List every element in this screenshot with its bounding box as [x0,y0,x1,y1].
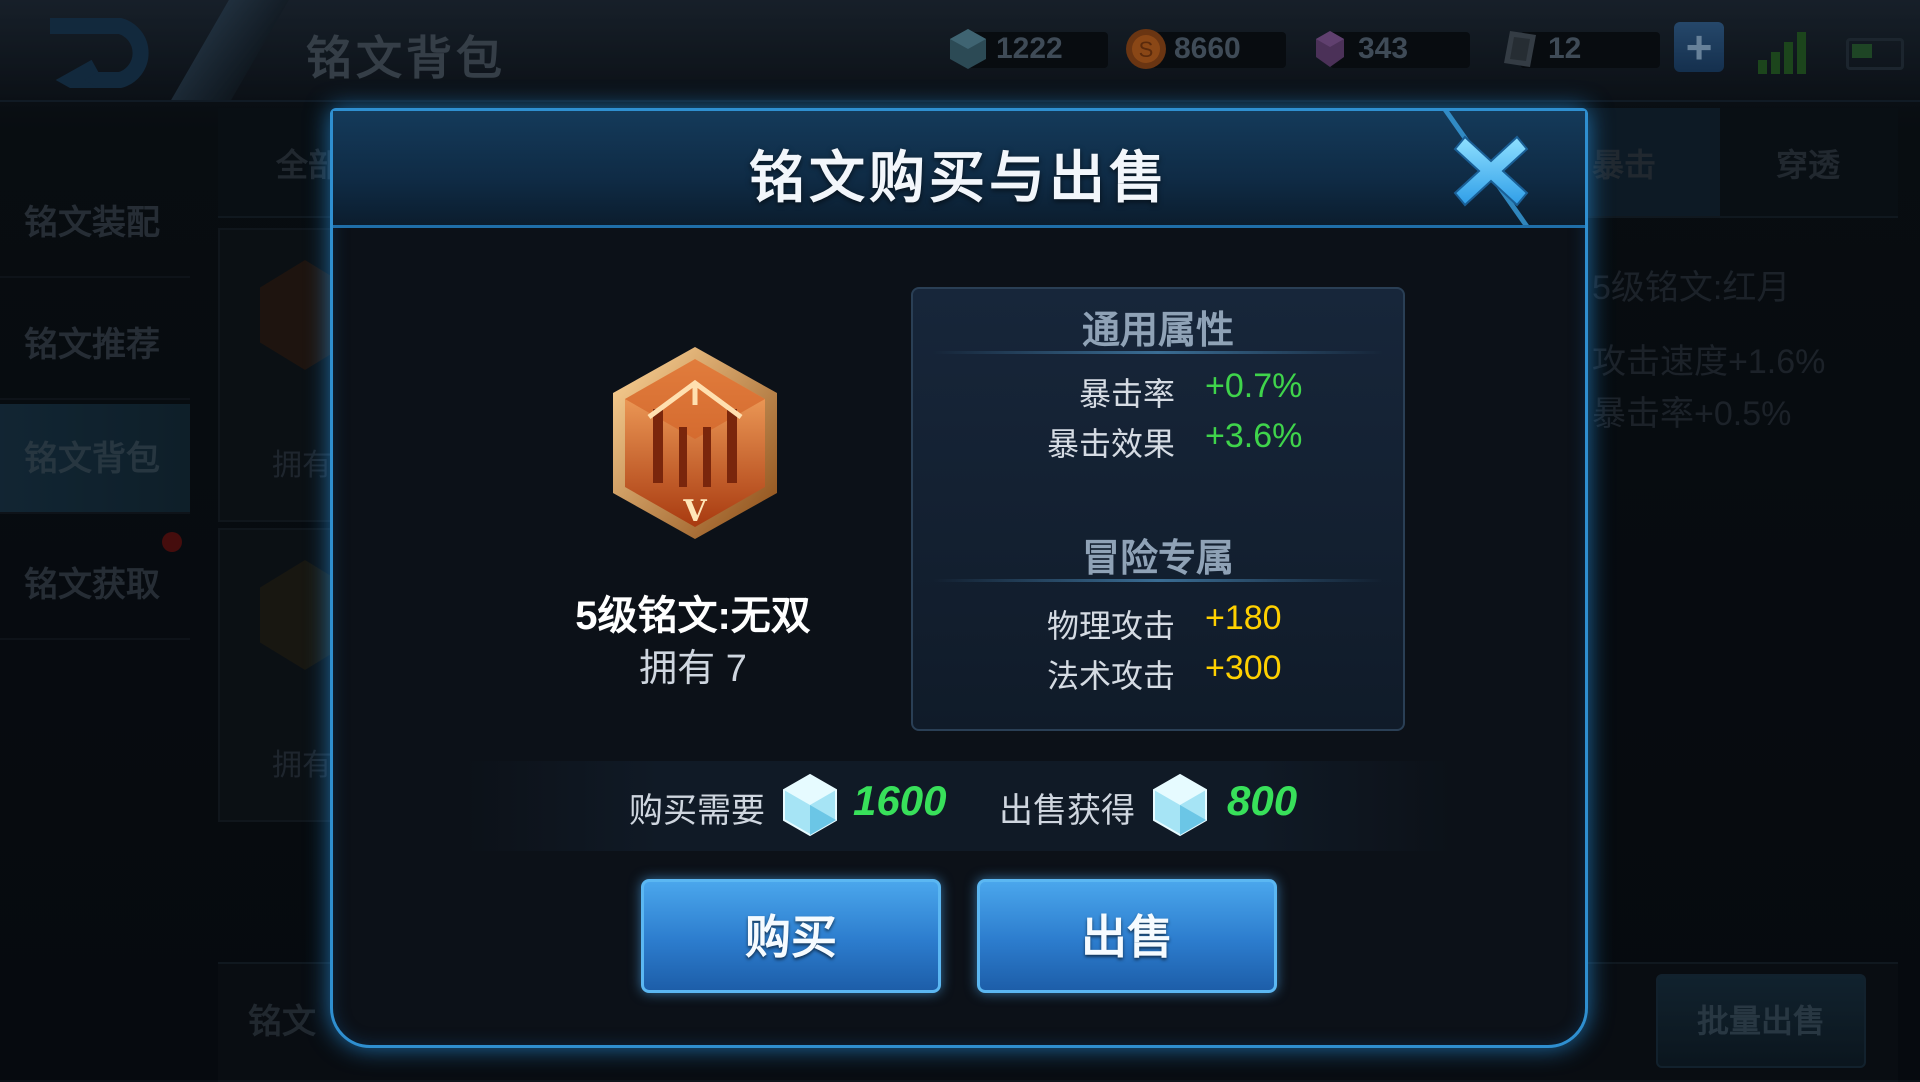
close-icon[interactable] [1451,131,1531,211]
dialog-title: 铭文购买与出售 [749,146,1169,209]
crystal-count: 1222 [996,32,1063,65]
general-attributes-title: 通用属性 [1081,310,1234,352]
buy-button-label: 购买 [745,911,837,963]
stat-value: +3.6% [1205,417,1303,455]
emblem-level: V [682,494,707,529]
item-own-count: 拥有 7 [639,648,747,690]
rune-emblem-icon: V [613,347,777,539]
diamond-count: 343 [1358,32,1409,65]
ticket-icon [1504,31,1536,67]
resource-gold: S 8660 [1124,26,1286,72]
sell-button-label: 出售 [1081,911,1173,963]
buy-price-label: 购买需要 [629,792,765,830]
buy-price: 1600 [853,777,947,824]
stat-name: 物理攻击 [1046,608,1175,644]
crystal-icon [950,29,986,69]
stat-name: 法术攻击 [1046,658,1175,694]
buy-button[interactable]: 购买 [641,879,941,993]
diamond-icon [1316,31,1344,67]
buy-sell-dialog: 铭文购买与出售 V 5级铭文:无双 拥有 7 通用属性 暴击率 +0.7% 暴击… [330,108,1588,1048]
stat-name: 暴击效果 [1046,426,1175,462]
stat-name: 暴击率 [1078,376,1175,412]
sell-price: 800 [1227,777,1298,824]
sell-price-label: 出售获得 [999,792,1135,830]
ticket-count: 12 [1548,32,1582,65]
resource-crystal: 1222 [946,26,1108,72]
item-name: 5级铭文:无双 [575,594,811,638]
section-divider [933,351,1383,354]
crystal-icon [783,773,837,837]
stat-value: +0.7% [1205,367,1303,405]
dialog-header: 铭文购买与出售 [333,111,1585,228]
stat-value: +300 [1205,649,1282,687]
svg-text:S: S [1139,37,1154,62]
gold-count: 8660 [1174,32,1241,65]
crystal-icon [1153,773,1207,837]
sell-button[interactable]: 出售 [977,879,1277,993]
adventure-attributes-title: 冒险专属 [1081,538,1234,580]
price-band [463,761,1453,851]
gold-coin-icon: S [1126,29,1166,69]
resource-diamond: 343 [1308,26,1470,72]
section-divider [933,579,1383,582]
resource-ticket: 12 [1498,26,1660,72]
stats-panel: 通用属性 暴击率 +0.7% 暴击效果 +3.6% 冒险专属 物理攻击 +180… [911,287,1405,731]
stat-value: +180 [1205,599,1282,637]
